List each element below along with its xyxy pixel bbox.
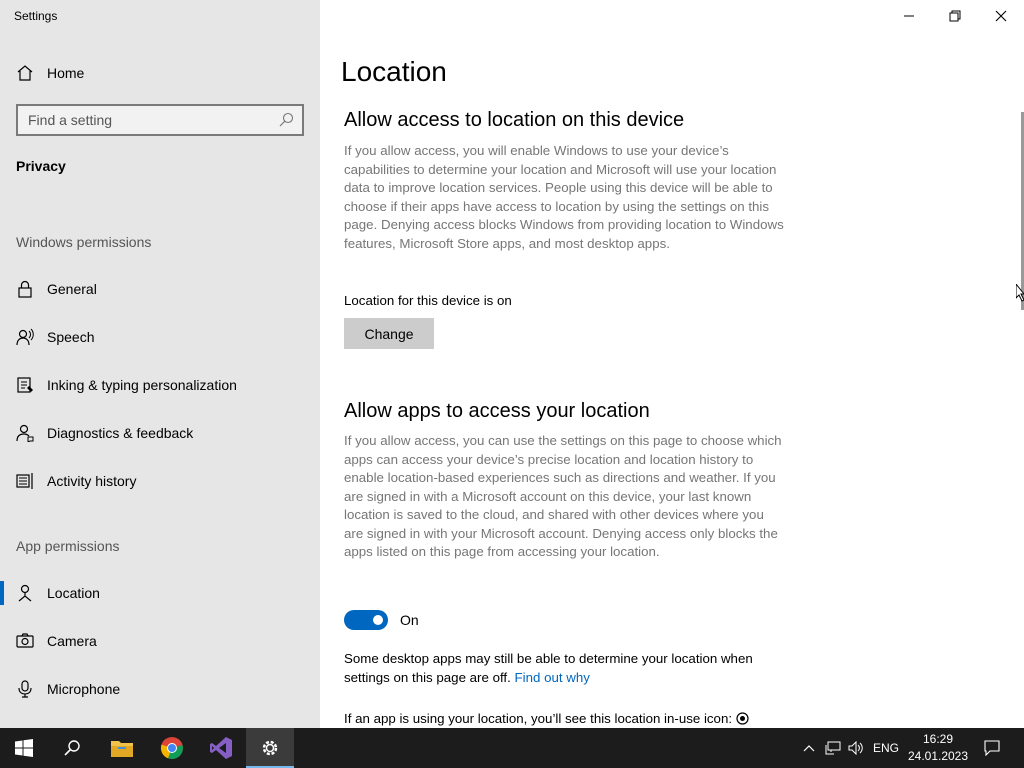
sidebar-item-inking-typing[interactable]: Inking & typing personalization xyxy=(0,365,320,405)
speech-icon xyxy=(16,328,34,346)
location-in-use-icon xyxy=(736,712,749,725)
app-title: Settings xyxy=(14,9,58,23)
chevron-up-icon xyxy=(803,745,815,752)
sidebar-item-activity-history[interactable]: Activity history xyxy=(0,461,320,501)
section-heading-device-access: Allow access to location on this device xyxy=(344,109,685,131)
close-button[interactable] xyxy=(978,0,1024,32)
visual-studio-icon xyxy=(210,737,232,759)
clock-date: 24.01.2023 xyxy=(907,749,969,763)
volume-tray-button[interactable] xyxy=(845,728,867,768)
sidebar-item-label: Camera xyxy=(47,633,97,649)
toggle-state-label: On xyxy=(400,612,419,628)
sidebar-item-label: Activity history xyxy=(47,473,137,489)
sidebar-item-label: Location xyxy=(47,585,100,601)
search-field[interactable] xyxy=(16,104,304,136)
main-content: Location Allow access to location on thi… xyxy=(320,0,1024,728)
app-location-toggle[interactable] xyxy=(344,610,388,630)
taskbar-settings[interactable] xyxy=(246,728,294,768)
in-use-text: If an app is using your location, you’ll… xyxy=(344,711,733,726)
sidebar-item-label: General xyxy=(47,281,97,297)
chrome-icon xyxy=(160,737,183,760)
activity-icon xyxy=(16,473,33,489)
start-button[interactable] xyxy=(0,728,48,768)
camera-icon xyxy=(16,633,34,648)
group-label-windows-permissions: Windows permissions xyxy=(16,234,152,250)
taskbar-file-explorer[interactable] xyxy=(98,728,146,768)
section-description-device-access: If you allow access, you will enable Win… xyxy=(344,143,784,251)
taskbar: ENG 16:29 24.01.2023 xyxy=(0,728,1024,768)
change-button[interactable]: Change xyxy=(344,318,434,349)
feedback-icon xyxy=(16,424,34,442)
sidebar-item-label: Microphone xyxy=(47,681,121,697)
search-icon xyxy=(279,112,294,127)
sidebar-item-speech[interactable]: Speech xyxy=(0,317,320,357)
section-description-app-access: If you allow access, you can use the set… xyxy=(344,433,782,559)
network-icon xyxy=(825,741,841,755)
toggle-knob xyxy=(373,615,383,625)
taskbar-chrome[interactable] xyxy=(148,728,196,768)
sidebar-item-diagnostics[interactable]: Diagnostics & feedback xyxy=(0,413,320,453)
show-hidden-icons-button[interactable] xyxy=(798,728,820,768)
folder-icon xyxy=(111,741,133,757)
restore-button[interactable] xyxy=(932,0,978,32)
search-input[interactable] xyxy=(28,112,278,128)
microphone-icon xyxy=(18,680,32,698)
sidebar-item-location[interactable]: Location xyxy=(0,573,320,613)
lock-icon xyxy=(18,280,32,298)
in-use-note: If an app is using your location, you’ll… xyxy=(344,711,749,726)
sidebar-item-camera[interactable]: Camera xyxy=(0,621,320,661)
inking-icon xyxy=(17,377,33,393)
taskbar-visual-studio[interactable] xyxy=(197,728,245,768)
device-location-status: Location for this device is on xyxy=(344,293,512,308)
sidebar-item-label: Home xyxy=(47,65,85,81)
sidebar-item-home[interactable]: Home xyxy=(16,62,84,84)
action-center-button[interactable] xyxy=(978,728,1006,768)
sidebar-item-label: Speech xyxy=(47,329,95,345)
clock-time: 16:29 xyxy=(922,732,954,746)
minimize-icon xyxy=(904,15,914,17)
selection-indicator xyxy=(0,581,4,605)
location-icon xyxy=(18,584,32,602)
gear-icon xyxy=(262,740,278,756)
home-icon xyxy=(17,65,33,81)
desktop-apps-note: Some desktop apps may still be able to d… xyxy=(344,650,794,687)
restore-icon xyxy=(949,10,961,22)
sidebar-item-general[interactable]: General xyxy=(0,269,320,309)
language-indicator[interactable]: ENG xyxy=(870,728,902,768)
minimize-button[interactable] xyxy=(886,0,932,32)
find-out-why-link[interactable]: Find out why xyxy=(515,670,590,685)
sidebar-item-label: Inking & typing personalization xyxy=(47,377,237,393)
group-label-app-permissions: App permissions xyxy=(16,538,120,554)
speaker-icon xyxy=(848,741,863,755)
section-heading-app-access: Allow apps to access your location xyxy=(344,400,650,422)
clock[interactable]: 16:29 24.01.2023 xyxy=(905,731,971,765)
sidebar: Settings Home Privacy Windows permission… xyxy=(0,0,320,728)
page-title: Location xyxy=(341,56,447,87)
sidebar-item-label: Diagnostics & feedback xyxy=(47,425,194,441)
search-icon xyxy=(64,740,80,756)
notification-icon xyxy=(984,740,1000,756)
taskbar-search-button[interactable] xyxy=(48,728,96,768)
close-icon xyxy=(995,10,1007,22)
mouse-cursor-icon xyxy=(1016,284,1024,302)
section-title: Privacy xyxy=(16,158,66,174)
windows-start-icon xyxy=(15,739,33,757)
sidebar-item-microphone[interactable]: Microphone xyxy=(0,669,320,709)
network-tray-button[interactable] xyxy=(822,728,844,768)
